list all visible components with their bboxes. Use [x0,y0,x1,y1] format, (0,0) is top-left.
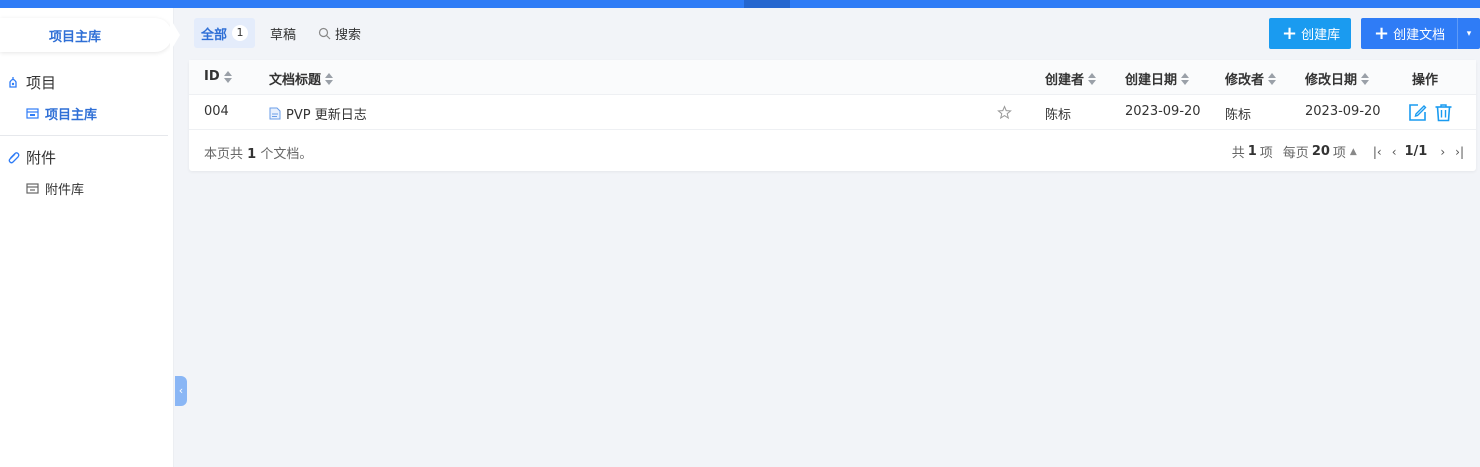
sort-icon [223,70,232,83]
column-header-modifier[interactable]: 修改者 [1225,69,1277,88]
document-icon [269,107,281,120]
caret-down-icon: ▾ [1466,28,1472,39]
per-page-caret-icon[interactable]: ▲ [1350,147,1357,157]
cell-creator: 陈标 [1045,108,1072,123]
sidebar-item-project-library[interactable]: 项目主库 [26,104,97,123]
sidebar-divider [0,135,168,136]
create-library-button[interactable]: + 创建库 [1269,18,1351,49]
column-header-label: ID [204,69,220,84]
library-icon [26,107,39,120]
top-accent-bar [0,0,1480,8]
paperclip-icon [6,151,20,165]
sidebar-item-label: 项目主库 [45,108,98,123]
column-header-label: 创建日期 [1125,73,1178,88]
sidebar-group-label: 项目 [26,74,57,92]
plus-icon: + [1282,22,1298,44]
column-header-label: 修改日期 [1305,73,1358,88]
summary-suffix: 个文档。 [260,147,313,162]
table-header: ID 文档标题 创建者 创建日期 修改者 修改日期 操作 [189,60,1476,95]
last-page-button[interactable]: ›| [1455,145,1464,159]
tab-drafts[interactable]: 草稿 [263,18,303,48]
cell-id: 004 [204,104,229,119]
attachment-library-icon [26,182,39,195]
sidebar-item-attachment-library[interactable]: 附件库 [26,179,84,198]
cell-modified-date: 2023-09-20 [1305,104,1381,119]
prev-page-button[interactable]: ‹ [1392,145,1397,159]
sidebar-group-project[interactable]: 项目 [6,72,56,93]
tab-label: 全部 [201,27,228,43]
document-table-panel: ID 文档标题 创建者 创建日期 修改者 修改日期 操作 004 PVP 更新日… [189,60,1476,171]
library-tab-arrow [170,18,180,52]
page-indicator: 1/1 [1404,144,1428,159]
sidebar-item-label: 附件库 [45,183,85,198]
cell-created-date: 2023-09-20 [1125,104,1201,119]
create-document-button[interactable]: + 创建文档 ▾ [1361,18,1480,49]
total-count: 1 [1247,144,1257,159]
edit-icon[interactable] [1408,103,1427,122]
tab-all[interactable]: 全部 1 [194,18,256,48]
tab-count-badge: 1 [232,25,249,41]
trash-icon[interactable] [1434,103,1453,122]
column-header-actions: 操作 [1412,69,1438,88]
button-label: 创建库 [1301,28,1341,43]
document-title-link[interactable]: PVP 更新日志 [286,104,367,123]
per-page-prefix: 每页 [1282,146,1309,161]
doc-filter-tabs: 全部 1 草稿 搜索 [194,18,376,48]
sidebar-group-label: 附件 [26,149,57,167]
sort-icon [1181,72,1190,85]
sidebar-collapse-handle[interactable]: ‹ [175,376,187,406]
per-page-value[interactable]: 20 [1312,144,1330,159]
chevron-left-icon: ‹ [178,384,184,397]
cell-title[interactable]: PVP 更新日志 [269,104,367,123]
button-label: 创建文档 [1393,28,1446,43]
column-header-creator[interactable]: 创建者 [1045,69,1097,88]
column-header-label: 创建者 [1045,73,1085,88]
tab-search[interactable]: 搜索 [311,18,368,48]
column-header-created-date[interactable]: 创建日期 [1125,69,1190,88]
library-tab-label: 项目主库 [48,30,101,45]
total-suffix: 项 [1259,146,1273,161]
plus-icon: + [1374,22,1390,44]
tab-label: 草稿 [270,27,297,43]
star-icon[interactable] [997,105,1012,120]
create-document-dropdown[interactable]: ▾ [1457,18,1480,49]
cell-modifier: 陈标 [1225,108,1252,123]
sort-icon [1361,72,1370,85]
project-icon [6,76,20,90]
next-page-button[interactable]: › [1440,145,1445,159]
total-prefix: 共 [1231,146,1245,161]
library-tab[interactable]: 项目主库 [0,18,172,52]
sort-icon [325,72,334,85]
sort-icon [1268,72,1277,85]
column-header-label: 文档标题 [269,73,322,88]
summary-count: 1 [247,147,257,162]
top-accent-segment [744,0,790,8]
column-header-label: 修改者 [1225,73,1265,88]
column-header-id[interactable]: ID [204,69,232,84]
first-page-button[interactable]: |‹ [1373,145,1382,159]
column-header-title[interactable]: 文档标题 [269,69,334,88]
column-header-label: 操作 [1412,73,1439,88]
column-header-modified-date[interactable]: 修改日期 [1305,69,1370,88]
table-row[interactable]: 004 PVP 更新日志 陈标 2023-09-20 陈标 2023-09-20 [189,96,1476,130]
summary-prefix: 本页共 [204,147,244,162]
tab-label: 搜索 [335,27,362,43]
sidebar: 项目主库 项目 项目主库 附件 附件库 [0,8,180,467]
page-summary: 本页共 1 个文档。 [204,143,312,162]
sidebar-group-attachment[interactable]: 附件 [6,147,56,168]
sort-icon [1088,72,1097,85]
search-icon [318,27,331,40]
pagination: 共 1 项 每页 20 项 ▲ |‹ ‹ 1/1 › ›| [1232,142,1464,161]
per-page-suffix: 项 [1332,146,1346,161]
